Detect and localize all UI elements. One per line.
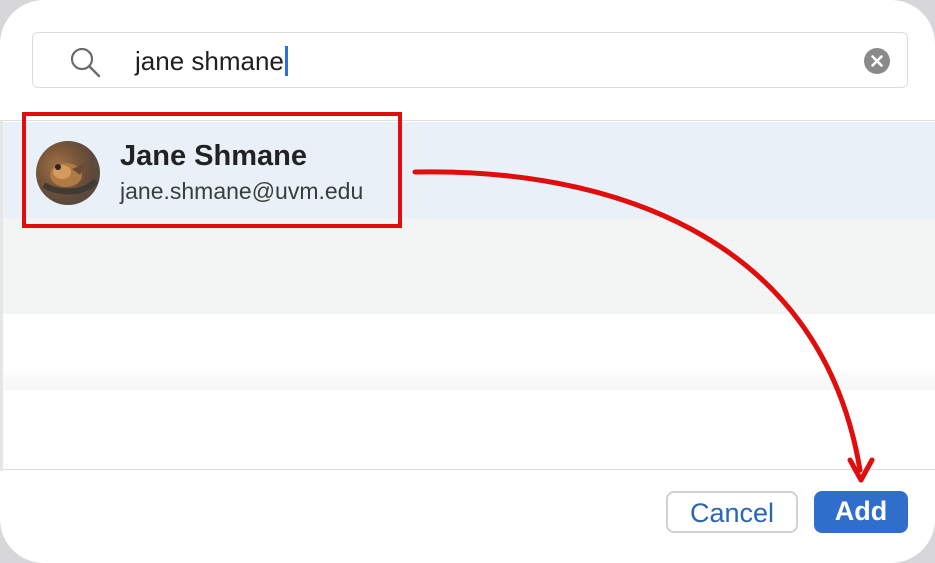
cancel-button[interactable]: Cancel	[666, 491, 798, 533]
annotation-highlight-box	[22, 112, 402, 228]
clear-search-button[interactable]	[864, 48, 890, 74]
clear-icon	[871, 55, 883, 67]
search-input-value: jane shmane	[135, 46, 284, 76]
search-icon	[69, 46, 101, 78]
search-input[interactable]: jane shmane	[135, 45, 288, 77]
add-button[interactable]: Add	[814, 491, 908, 533]
divider	[0, 121, 3, 471]
list-item-empty	[0, 218, 935, 314]
list-item-empty	[0, 314, 935, 390]
search-field[interactable]: jane shmane	[32, 32, 908, 88]
text-caret	[284, 46, 288, 76]
add-people-dialog: jane shmane Jane Shmane jane.shmane@uvm.…	[0, 0, 935, 563]
